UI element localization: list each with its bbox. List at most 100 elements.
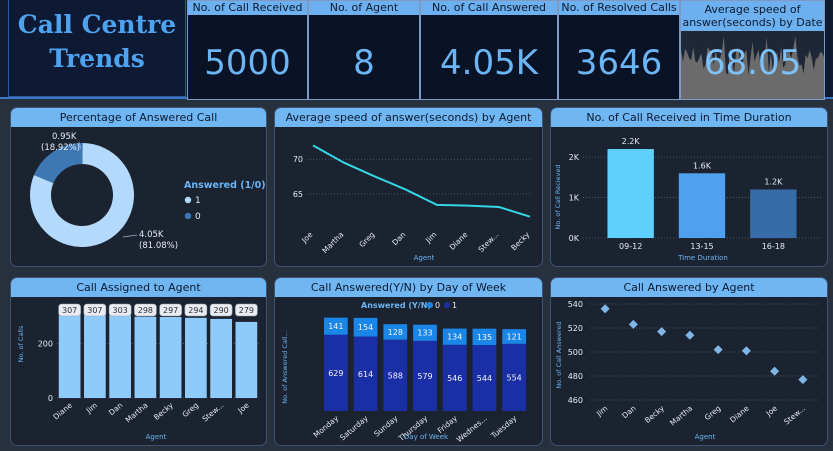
- time-bar-13-15[interactable]: [678, 173, 726, 238]
- day-label-saturday-series-0: 154: [358, 323, 373, 332]
- day-x-tick-saturday: Saturday: [338, 413, 370, 442]
- assigned-label-joe: 279: [239, 306, 254, 315]
- assigned-bar-diane[interactable]: [58, 314, 81, 398]
- legend-label-1: 1: [195, 196, 201, 206]
- assigned-label-stew: 290: [213, 306, 228, 315]
- scatter-chart[interactable]: 460 480 500 520 540 Jim Dan Becky Martha Greg Dia…: [551, 297, 827, 445]
- day-label-friday-series-0: 134: [447, 333, 462, 342]
- assigned-bar-joe[interactable]: [235, 321, 258, 398]
- kpi-card-calls-received[interactable]: No. of Call Received 5000: [187, 0, 308, 100]
- scatter-x-ticks: Jim Dan Becky Martha Greg Diane Joe Stew...: [594, 403, 807, 427]
- assigned-bar-chart[interactable]: 0 200 307 307 303 298 297 294 290 279 Diane Jim Da…: [11, 297, 266, 445]
- scatter-point-joe[interactable]: [770, 366, 780, 376]
- chart-title-answered-agent: Call Answered by Agent: [551, 278, 827, 297]
- assigned-label-becky: 297: [163, 306, 178, 315]
- chart-title-assigned-agent: Call Assigned to Agent: [11, 278, 266, 297]
- day-label-sunday-series-1: 588: [388, 371, 403, 380]
- line-x-tick-dan: Dan: [390, 230, 407, 247]
- label-leader-1: [122, 234, 138, 238]
- chart-title-received-time: No. of Call Received in Time Duration: [551, 108, 827, 127]
- day-label-friday-series-1: 546: [447, 374, 462, 383]
- time-y-tick-2k: 2K: [569, 153, 580, 162]
- assigned-x-axis-title: Agent: [146, 433, 167, 441]
- donut-chart[interactable]: 0.95K (18.92%) 4.05K (81.08%) Answered (…: [11, 127, 266, 266]
- day-stacked-bar-chart[interactable]: Answered (Y/N) 0 1 629 141 614 154 588 128 579…: [275, 297, 542, 445]
- scatter-x-tick-dan: Dan: [620, 403, 638, 420]
- day-x-tick-friday: Friday: [436, 413, 460, 435]
- assigned-x-tick-greg: Greg: [181, 400, 201, 419]
- assigned-label-diane: 307: [62, 306, 77, 315]
- scatter-point-martha[interactable]: [685, 330, 695, 340]
- day-label-wednes-series-0: 135: [477, 333, 492, 342]
- day-x-tick-tuesday: Tuesday: [489, 413, 519, 441]
- scatter-point-diane[interactable]: [741, 346, 751, 356]
- title-box: Call Centre Trends: [8, 0, 186, 97]
- assigned-x-tick-becky: Becky: [152, 400, 175, 422]
- kpi-card-resolved-calls[interactable]: No. of Resolved Calls 3646: [558, 0, 680, 100]
- scatter-point-dan[interactable]: [628, 319, 638, 329]
- kpi-value-calls-received: 5000: [204, 43, 291, 83]
- line-x-tick-greg: Greg: [357, 230, 376, 249]
- slice-label-0-pct: (18.92%): [41, 143, 80, 153]
- line-x-tick-diane: Diane: [448, 230, 470, 252]
- kpi-card-calls-answered[interactable]: No. of Call Answered 4.05K: [420, 0, 558, 100]
- line-y-ticks: 65 70: [293, 155, 303, 199]
- scatter-y-tick-460: 460: [568, 396, 583, 405]
- scatter-point-jim[interactable]: [600, 304, 610, 314]
- kpi-value-agents: 8: [353, 43, 375, 83]
- card-answered-percentage: Percentage of Answered Call 0.95K (18.92…: [10, 107, 267, 267]
- card-speed-by-agent: Average speed of answer(seconds) by Agen…: [274, 107, 543, 267]
- assigned-label-greg: 294: [188, 306, 203, 315]
- line-x-ticks: Joe Martha Greg Dan Jim Diane Stew... Becky: [299, 230, 532, 255]
- kpi-value-resolved-calls: 3646: [575, 43, 663, 83]
- scatter-y-ticks: 460 480 500 520 540: [568, 300, 583, 405]
- page-title-line-2: Trends: [49, 44, 145, 73]
- time-x-axis-title: Time Duration: [677, 254, 728, 262]
- assigned-x-tick-joe: Joe: [235, 400, 251, 415]
- day-label-monday-series-1: 629: [328, 369, 343, 378]
- time-bar-16-18[interactable]: [750, 189, 797, 238]
- day-label-monday-series-0: 141: [328, 322, 343, 331]
- assigned-y-axis-title: No. of Calls: [17, 325, 25, 362]
- scatter-point-greg[interactable]: [713, 345, 723, 355]
- scatter-y-tick-540: 540: [568, 300, 583, 309]
- time-y-tick-1k: 1K: [569, 194, 580, 203]
- scatter-y-tick-520: 520: [568, 324, 583, 333]
- card-answered-agent: Call Answered by Agent 460 480 500 520 540 J…: [550, 277, 828, 446]
- assigned-bar-becky[interactable]: [159, 317, 182, 398]
- scatter-x-tick-becky: Becky: [643, 403, 666, 425]
- day-x-tick-sunday: Sunday: [372, 413, 400, 438]
- kpi-value-calls-answered: 4.05K: [440, 43, 538, 83]
- line-chart[interactable]: 65 70 Joe Martha Greg Dan Jim Diane Stew... Beck…: [275, 127, 542, 266]
- day-legend-dot-0: [427, 302, 433, 308]
- legend-dot-1: [184, 196, 192, 204]
- card-assigned-agent: Call Assigned to Agent 0 200 307 307 303 298…: [10, 277, 267, 446]
- assigned-bar-jim[interactable]: [84, 314, 106, 398]
- line-series[interactable]: [312, 144, 531, 218]
- day-x-tick-wednes: Wednes...: [455, 414, 489, 445]
- day-legend-dot-1: [444, 302, 450, 308]
- time-bar-chart[interactable]: 0K 1K 2K 2.2K 1.6K 1.2K 09-12 13-15 16-18 No. …: [551, 127, 827, 266]
- assigned-bar-greg[interactable]: [185, 317, 207, 398]
- slice-label-1-pct: (81.08%): [139, 241, 178, 251]
- assigned-x-tick-dan: Dan: [107, 400, 125, 417]
- line-x-tick-jim: Jim: [423, 230, 438, 245]
- scatter-point-stew[interactable]: [798, 375, 808, 385]
- assigned-bar-stew[interactable]: [210, 318, 232, 398]
- kpi-card-agents[interactable]: No. of Agent 8: [308, 0, 420, 100]
- kpi-card-avg-speed[interactable]: Average speed of answer(seconds) by Date…: [680, 0, 825, 100]
- assigned-x-tick-martha: Martha: [124, 401, 150, 425]
- day-label-sunday-series-0: 128: [388, 328, 403, 337]
- time-y-tick-0k: 0K: [569, 234, 580, 243]
- time-x-ticks: 09-12 13-15 16-18: [619, 242, 785, 251]
- line-y-tick-70: 70: [293, 155, 303, 164]
- scatter-point-becky[interactable]: [657, 327, 667, 337]
- assigned-label-dan: 303: [112, 306, 127, 315]
- day-legend-label-0: 0: [435, 301, 440, 310]
- assigned-bars: [58, 314, 258, 398]
- time-y-ticks: 0K 1K 2K: [569, 153, 580, 243]
- assigned-bar-dan[interactable]: [109, 315, 131, 398]
- assigned-bar-martha[interactable]: [134, 316, 157, 398]
- assigned-y-ticks: 0 200: [38, 339, 53, 403]
- time-bar-09-12[interactable]: [607, 149, 654, 238]
